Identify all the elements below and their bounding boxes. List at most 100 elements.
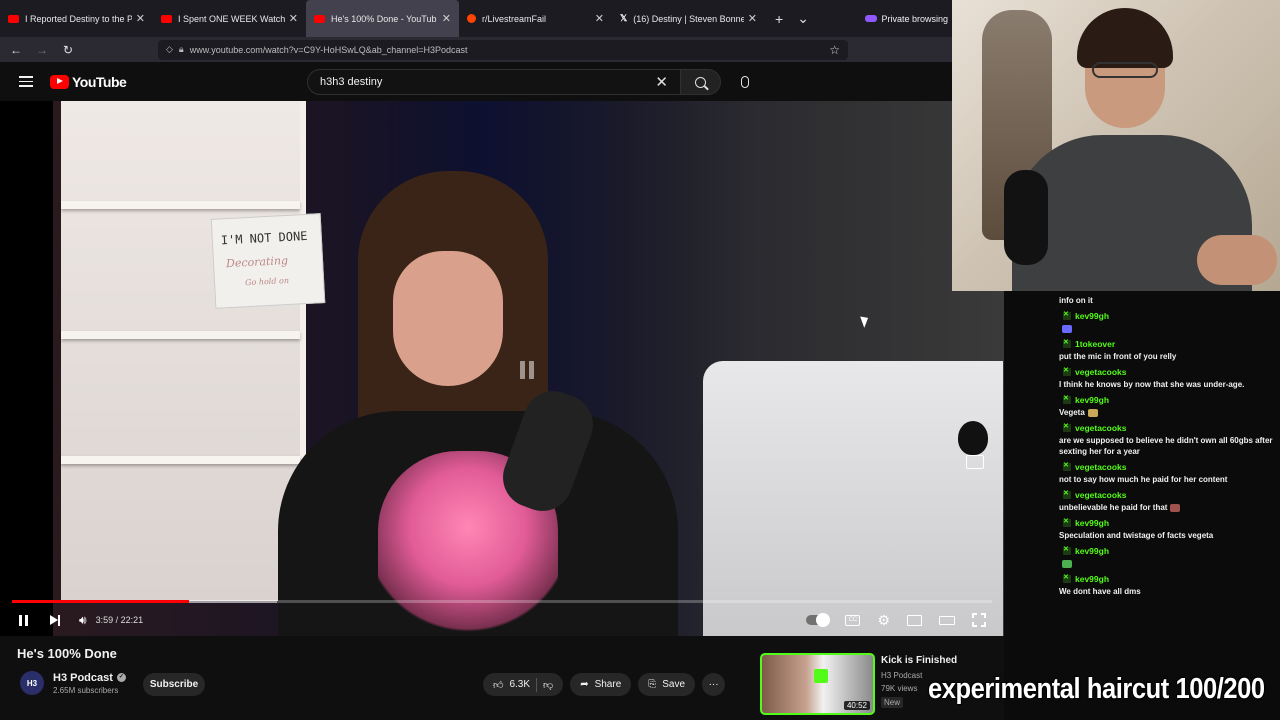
tab-close-icon[interactable]: ✕: [442, 12, 451, 25]
channel-name-row[interactable]: H3 Podcast ✓: [53, 672, 126, 684]
tab-list-chevron-icon[interactable]: ⌄: [797, 10, 809, 27]
chat-username[interactable]: kev99gh: [1063, 573, 1277, 584]
channel-name[interactable]: H3 Podcast: [53, 672, 113, 684]
chat-username-text[interactable]: kev99gh: [1075, 518, 1109, 528]
chat-username-text[interactable]: kev99gh: [1075, 311, 1109, 321]
tab-title: r/LivestreamFail: [482, 13, 547, 24]
kick-badge-icon: [1063, 366, 1071, 376]
monitor: [703, 361, 1003, 636]
new-tab-icon[interactable]: +: [775, 11, 783, 27]
youtube-logo[interactable]: YouTube: [50, 73, 127, 90]
pause-icon[interactable]: [19, 614, 28, 626]
tab-title: I Reported Destiny to the Polic: [25, 13, 132, 24]
tracking-shield-icon[interactable]: ◇: [166, 44, 173, 55]
like-count[interactable]: 6.3K: [509, 679, 530, 690]
like-dislike-group: 👍︎ 6.3K 👎︎: [483, 673, 564, 696]
progress-played: [12, 600, 190, 603]
chat-username-text[interactable]: vegetacooks: [1075, 423, 1127, 433]
chat-message: [1059, 558, 1277, 569]
tab-close-icon[interactable]: ✕: [595, 12, 604, 25]
chat-message-text: Speculation and twistage of facts vegeta: [1059, 531, 1214, 540]
bookmark-star-icon[interactable]: ☆: [829, 43, 840, 57]
back-arrow-icon[interactable]: ←: [6, 43, 26, 57]
chat-username[interactable]: kev99gh: [1063, 517, 1277, 528]
subscribe-button[interactable]: Subscribe: [143, 673, 205, 696]
youtube-favicon-icon: [314, 14, 325, 23]
tab-close-icon[interactable]: ✕: [748, 12, 757, 25]
chat-message: We dont have all dms: [1059, 586, 1277, 597]
verified-check-icon: ✓: [116, 673, 126, 682]
tab-close-icon[interactable]: ✕: [289, 12, 298, 25]
voice-search-mic-icon[interactable]: [741, 76, 749, 88]
channel-avatar[interactable]: H3: [20, 671, 44, 695]
forward-arrow-icon[interactable]: →: [32, 43, 52, 57]
chat-username-text[interactable]: kev99gh: [1075, 546, 1109, 556]
tab-title: He's 100% Done - YouTub: [331, 13, 437, 24]
chat-username[interactable]: kev99gh: [1063, 310, 1277, 321]
browser-tab-1[interactable]: I Reported Destiny to the Polic ✕: [0, 0, 153, 37]
search-button[interactable]: [681, 69, 721, 95]
save-button[interactable]: ⎘ Save: [638, 673, 696, 696]
browser-tab-3-active[interactable]: He's 100% Done - YouTub ✕: [306, 0, 459, 37]
chat-username-text[interactable]: vegetacooks: [1075, 462, 1127, 472]
dislike-thumb-icon[interactable]: 👎︎: [543, 679, 553, 691]
url-text[interactable]: www.youtube.com/watch?v=C9Y-HoHSwLQ&ab_c…: [190, 45, 468, 55]
browser-tab-5[interactable]: 𝕏 (16) Destiny | Steven Bonnell II ✕: [612, 0, 765, 37]
search-input[interactable]: h3h3 destiny ✕: [307, 69, 681, 95]
divider: [536, 677, 538, 692]
streamer-hair: [1077, 8, 1173, 68]
shelf-plank: [61, 201, 300, 209]
video-player[interactable]: I'M NOT DONE Decorating Go hold on 🔊︎ 3:…: [0, 101, 1004, 636]
search-query[interactable]: h3h3 destiny: [320, 76, 382, 88]
chat-message: I think he knows by now that she was und…: [1059, 379, 1277, 390]
volume-icon[interactable]: 🔊︎: [79, 613, 87, 628]
kick-badge-icon: [1063, 461, 1071, 471]
chat-username-text[interactable]: 1tokeover: [1075, 339, 1115, 349]
private-mask-icon: [865, 15, 878, 22]
browser-tab-2[interactable]: I Spent ONE WEEK Watching I ✕: [153, 0, 306, 37]
chat-username-text[interactable]: vegetacooks: [1075, 367, 1127, 377]
chat-username[interactable]: vegetacooks: [1063, 422, 1277, 433]
chat-username[interactable]: kev99gh: [1063, 394, 1277, 405]
chat-username[interactable]: vegetacooks: [1063, 489, 1277, 500]
lock-icon[interactable]: 🔒︎: [179, 44, 184, 55]
autoplay-toggle[interactable]: [806, 613, 831, 627]
chat-username[interactable]: vegetacooks: [1063, 366, 1277, 377]
channel-info[interactable]: H3 H3 Podcast ✓ 2.65M subscribers: [20, 671, 126, 695]
clear-search-icon[interactable]: ✕: [655, 73, 668, 91]
progress-bar[interactable]: [12, 600, 992, 603]
browser-tab-4[interactable]: r/LivestreamFail ✕: [459, 0, 612, 37]
chat-message-text: Vegeta: [1059, 408, 1085, 417]
miniplayer-button-icon[interactable]: [907, 614, 922, 626]
more-horizontal-icon: ···: [708, 679, 719, 690]
chat-username-text[interactable]: vegetacooks: [1075, 490, 1127, 500]
recommended-title[interactable]: Kick is Finished: [881, 655, 957, 666]
more-actions-button[interactable]: ···: [702, 673, 726, 696]
menu-hamburger-icon[interactable]: [19, 76, 33, 87]
chat-username[interactable]: vegetacooks: [1063, 461, 1277, 472]
chat-username-text[interactable]: kev99gh: [1075, 395, 1109, 405]
chat-username[interactable]: kev99gh: [1063, 545, 1277, 556]
miniplayer-icon[interactable]: [966, 455, 984, 469]
tab-close-icon[interactable]: ✕: [136, 12, 145, 25]
video-actions: 👍︎ 6.3K 👎︎ ➦ Share ⎘ Save ···: [483, 673, 726, 696]
host-figure: [268, 161, 688, 636]
chat-emote-icon: [1062, 324, 1072, 333]
browser-nav-bar: ← → ↻ ◇ 🔒︎ www.youtube.com/watch?v=C9Y-H…: [0, 37, 952, 62]
recommended-thumbnail[interactable]: 40:52: [760, 653, 875, 715]
captions-icon[interactable]: CC: [845, 614, 861, 626]
fullscreen-icon[interactable]: [972, 613, 986, 627]
x-favicon-icon: 𝕏: [620, 13, 628, 23]
reload-icon[interactable]: ↻: [58, 43, 78, 57]
youtube-logo-text: YouTube: [72, 73, 127, 90]
settings-gear-icon[interactable]: ⚙: [877, 612, 890, 629]
url-bar[interactable]: ◇ 🔒︎ www.youtube.com/watch?v=C9Y-HoHSwLQ…: [158, 39, 848, 60]
theater-mode-icon[interactable]: [939, 615, 955, 625]
chat-username[interactable]: 1tokeover: [1063, 338, 1277, 349]
next-video-icon[interactable]: [50, 614, 60, 626]
share-button[interactable]: ➦ Share: [570, 673, 632, 696]
like-thumb-icon[interactable]: 👍︎: [493, 679, 503, 691]
chat-username-text[interactable]: kev99gh: [1075, 574, 1109, 584]
recommended-duration: 40:52: [843, 701, 870, 710]
youtube-header: YouTube h3h3 destiny ✕: [0, 62, 952, 101]
